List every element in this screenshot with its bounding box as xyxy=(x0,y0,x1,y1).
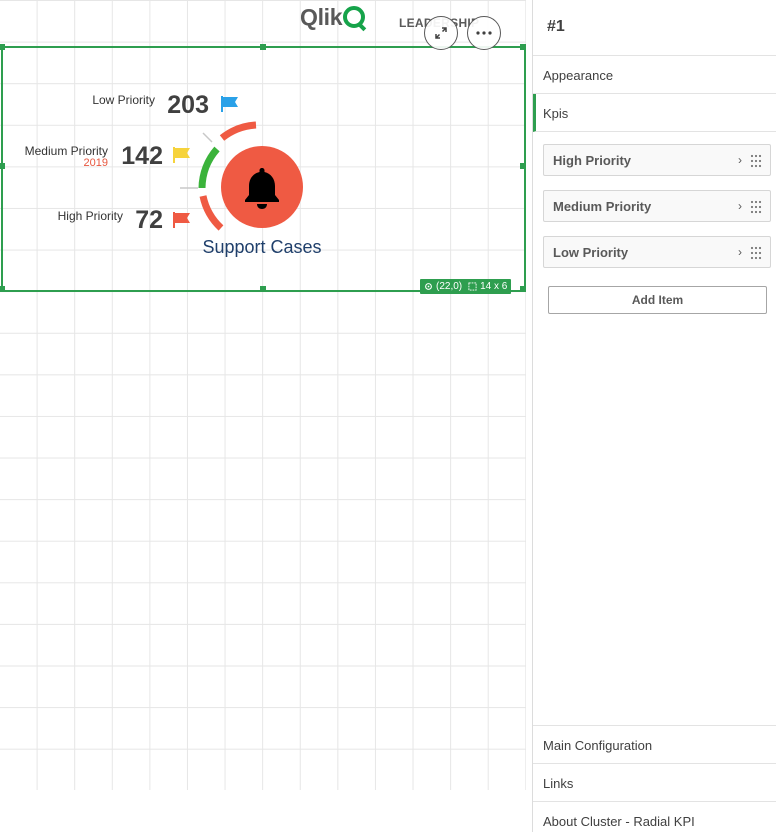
position-label: (22,0) xyxy=(436,281,463,292)
expand-button[interactable] xyxy=(424,16,458,50)
size-grid-icon xyxy=(468,282,477,291)
expand-icon xyxy=(435,27,447,39)
kpi-item-label: Medium Priority xyxy=(553,199,652,214)
section-main-configuration[interactable]: Main Configuration xyxy=(533,725,776,763)
kpi-item-low-priority[interactable]: Low Priority › xyxy=(543,236,771,268)
crosshair-icon xyxy=(425,283,432,290)
drag-handle-icon[interactable] xyxy=(750,246,762,260)
canvas-footer-space xyxy=(0,790,532,832)
drag-handle-icon[interactable] xyxy=(750,200,762,214)
size-label: 14 x 6 xyxy=(480,281,508,292)
position-size-badge: (22,0) 14 x 6 xyxy=(420,279,512,294)
resize-handle-b[interactable] xyxy=(260,286,266,292)
kpi-item-label: High Priority xyxy=(553,153,632,168)
chevron-right-icon: › xyxy=(738,245,742,259)
sheet-canvas[interactable]: Qlik LEADERSHIP Low Priority 203 Medium … xyxy=(0,0,526,790)
qlik-q-icon xyxy=(343,6,366,28)
resize-handle-tr[interactable] xyxy=(520,44,526,50)
resize-handle-br[interactable] xyxy=(520,286,526,292)
kpi-item-label: Low Priority xyxy=(553,245,629,260)
panel-title: #1 xyxy=(533,0,776,56)
resize-handle-bl[interactable] xyxy=(0,286,5,292)
resize-handle-tl[interactable] xyxy=(0,44,5,50)
kpi-item-high-priority[interactable]: High Priority › xyxy=(543,144,771,176)
more-options-button[interactable] xyxy=(467,16,501,50)
selected-object-frame[interactable] xyxy=(0,44,526,292)
chevron-right-icon: › xyxy=(738,153,742,167)
section-kpis[interactable]: Kpis xyxy=(533,94,776,132)
section-about[interactable]: About Cluster - Radial KPI xyxy=(533,801,776,832)
qlik-logo: Qlik xyxy=(300,3,366,30)
ellipsis-icon xyxy=(476,31,492,35)
kpi-item-medium-priority[interactable]: Medium Priority › xyxy=(543,190,771,222)
section-appearance[interactable]: Appearance xyxy=(533,56,776,94)
add-item-button[interactable]: Add Item xyxy=(548,286,767,314)
properties-panel: #1 Appearance Kpis High Priority › Mediu… xyxy=(532,0,776,832)
drag-handle-icon[interactable] xyxy=(750,154,762,168)
section-links[interactable]: Links xyxy=(533,763,776,801)
resize-handle-t[interactable] xyxy=(260,44,266,50)
resize-handle-l[interactable] xyxy=(0,163,5,169)
logo-text: Qlik xyxy=(300,3,343,30)
chevron-right-icon: › xyxy=(738,199,742,213)
resize-handle-r[interactable] xyxy=(520,163,526,169)
